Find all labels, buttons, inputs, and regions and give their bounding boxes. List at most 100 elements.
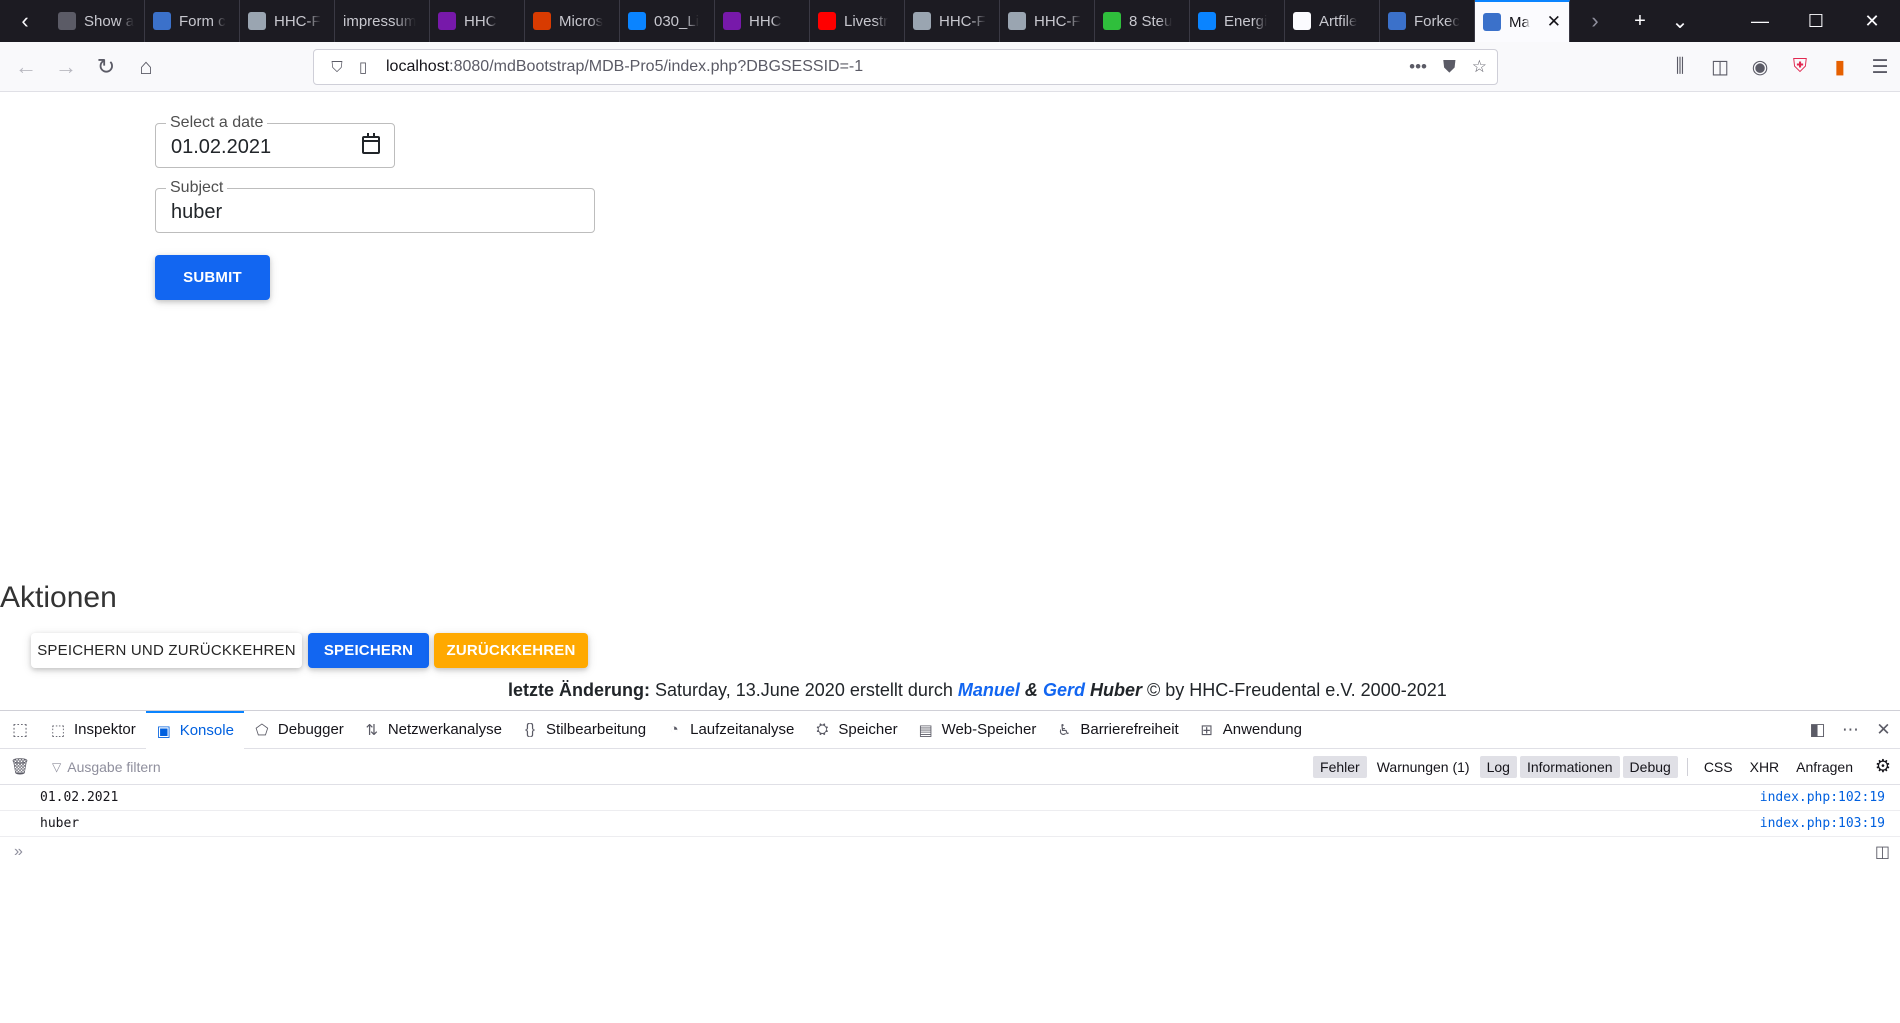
browser-tab[interactable]: HHC-F xyxy=(1000,0,1095,42)
onenote-icon xyxy=(438,12,456,30)
calendar-icon[interactable] xyxy=(362,133,380,154)
tab-scroll-left-button[interactable]: ‹ xyxy=(0,0,50,42)
office-icon xyxy=(533,12,551,30)
memory-icon: ⛭ xyxy=(816,721,829,738)
close-window-button[interactable]: ✕ xyxy=(1844,0,1900,42)
request-filter-toggle[interactable]: CSS xyxy=(1697,756,1740,778)
bookmark-star-icon[interactable]: ☆ xyxy=(1472,57,1487,77)
close-devtools-icon[interactable]: ✕ xyxy=(1867,720,1900,740)
library-icon[interactable]: ⫼ xyxy=(1660,56,1700,78)
log-level-toggle[interactable]: Informationen xyxy=(1519,755,1620,778)
browser-tab[interactable]: HHC xyxy=(715,0,810,42)
mdb-icon xyxy=(1388,12,1406,30)
devtools-tab-laufzeitanalyse[interactable]: ◔ Laufzeitanalyse xyxy=(656,711,804,749)
log-level-toggle[interactable]: Debug xyxy=(1622,755,1678,778)
author-link-manuel[interactable]: Manuel xyxy=(958,680,1020,700)
log-level-toggle[interactable]: Fehler xyxy=(1313,755,1367,778)
clear-console-trash-icon[interactable]: 🗑 xyxy=(0,757,40,777)
date-field-value[interactable]: 01.02.2021 xyxy=(171,136,271,159)
console-input-prompt[interactable]: » ◫ xyxy=(0,837,1900,867)
new-tab-button[interactable]: + xyxy=(1620,0,1660,42)
hhc-icon xyxy=(1008,12,1026,30)
devtools-tab-anwendung[interactable]: ⊞ Anwendung xyxy=(1189,711,1312,749)
save-and-return-button[interactable]: Speichern und Zurückkehren xyxy=(31,633,302,668)
element-picker-icon[interactable]: ⬚ xyxy=(0,720,40,740)
browser-tab[interactable]: Form c xyxy=(145,0,240,42)
page-info-icon[interactable]: ▯ xyxy=(350,58,376,76)
forward-button[interactable]: → xyxy=(46,47,86,87)
browser-tab[interactable]: impressum xyxy=(335,0,430,42)
tracking-protection-shield-icon[interactable]: ⛉ xyxy=(324,59,350,76)
home-button[interactable]: ⌂ xyxy=(126,47,166,87)
maximize-window-button[interactable]: ☐ xyxy=(1788,0,1844,42)
last-modified-footer: letzte Änderung: Saturday, 13.June 2020 … xyxy=(508,680,1447,701)
close-tab-icon[interactable]: ✕ xyxy=(1547,12,1561,32)
browser-tab[interactable]: HHC-F xyxy=(240,0,335,42)
devtools-tab-label: Konsole xyxy=(179,722,234,739)
url-text[interactable]: localhost:8080/mdBootstrap/MDB-Pro5/inde… xyxy=(386,58,863,76)
devtools-tab-label: Laufzeitanalyse xyxy=(690,721,795,738)
devtools-tab-stilbearbeitung[interactable]: {} Stilbearbeitung xyxy=(512,711,656,749)
subject-field[interactable]: Subject huber xyxy=(155,179,595,233)
tab-title: HHC-F xyxy=(1034,12,1081,30)
extension-icon[interactable]: ▮ xyxy=(1820,56,1860,79)
browser-tab[interactable]: HHC xyxy=(430,0,525,42)
tab-title: Artfile xyxy=(1319,12,1358,30)
author-link-gerd[interactable]: Gerd xyxy=(1043,680,1085,700)
devtools-tab-konsole[interactable]: ▣ Konsole xyxy=(145,710,244,749)
pocket-icon[interactable]: ⛊ xyxy=(1443,57,1456,77)
minimize-window-button[interactable]: — xyxy=(1732,0,1788,42)
devtools-tab-inspektor[interactable]: ⬚ Inspektor xyxy=(40,711,146,749)
request-filter-toggle[interactable]: Anfragen xyxy=(1789,756,1860,778)
subject-field-value[interactable]: huber xyxy=(171,201,222,224)
browser-tab[interactable]: Artfile xyxy=(1285,0,1380,42)
browser-tab[interactable]: Show a xyxy=(50,0,145,42)
back-button[interactable]: ← xyxy=(6,47,46,87)
editor-mode-toggle-icon[interactable]: ◫ xyxy=(1875,842,1890,862)
devtools-tab-web-speicher[interactable]: ▤ Web-Speicher xyxy=(908,711,1047,749)
date-field[interactable]: Select a date 01.02.2021 xyxy=(155,114,395,168)
sidebar-icon[interactable]: ◫ xyxy=(1700,56,1740,79)
devtools-tab-netzwerkanalyse[interactable]: ⇅ Netzwerkanalyse xyxy=(354,711,512,749)
shield-extension-icon[interactable]: ⛨ xyxy=(1780,56,1820,78)
log-level-toggle[interactable]: Warnungen (1) xyxy=(1370,756,1477,778)
open-menu-icon[interactable]: ☰ xyxy=(1860,56,1900,79)
account-icon[interactable]: ◉ xyxy=(1740,56,1780,79)
tab-scroll-right-button[interactable]: › xyxy=(1570,0,1620,42)
browser-tab[interactable]: 030_Li xyxy=(620,0,715,42)
devtools-tab-debugger[interactable]: ⬠ Debugger xyxy=(244,711,354,749)
browser-tab-strip: ‹ Show a Form c HHC-F impressum HHC Micros 030… xyxy=(0,0,1900,42)
save-button[interactable]: Speichern xyxy=(308,633,429,668)
console-filter-input[interactable]: ▽ Ausgabe filtern xyxy=(52,759,161,775)
browser-tab[interactable]: Ma ✕ xyxy=(1475,0,1570,42)
style-editor-icon: {} xyxy=(525,721,536,738)
reload-button[interactable]: ↻ xyxy=(86,47,126,87)
browser-tab[interactable]: Forkec xyxy=(1380,0,1475,42)
log-source-link[interactable]: index.php:103:19 xyxy=(1760,816,1885,831)
devtools-tab-speicher[interactable]: ⛭ Speicher xyxy=(804,711,907,749)
page-actions-menu-icon[interactable]: ••• xyxy=(1409,57,1427,77)
request-filter-toggle[interactable]: XHR xyxy=(1743,756,1787,778)
browser-tab[interactable]: Energi xyxy=(1190,0,1285,42)
devtools-tab-barrierefreiheit[interactable]: ♿ Barrierefreiheit xyxy=(1046,711,1188,749)
tab-title: HHC xyxy=(464,12,497,30)
e-icon xyxy=(1198,12,1216,30)
browser-tab[interactable]: Micros xyxy=(525,0,620,42)
browser-tab[interactable]: 8 Steu xyxy=(1095,0,1190,42)
console-log-row: huber index.php:103:19 xyxy=(0,811,1900,837)
console-settings-gear-icon[interactable]: ⚙ xyxy=(1866,756,1900,777)
inspector-icon: ⬚ xyxy=(50,721,66,739)
dock-options-icon[interactable]: ◧ xyxy=(1801,720,1834,740)
log-level-toggle[interactable]: Log xyxy=(1479,755,1517,778)
devtools-more-icon[interactable]: ⋯ xyxy=(1834,720,1867,740)
tab-title: Show a xyxy=(84,12,135,30)
list-all-tabs-icon[interactable]: ⌄ xyxy=(1660,0,1700,42)
log-source-link[interactable]: index.php:102:19 xyxy=(1760,790,1885,805)
browser-tab[interactable]: HHC-F xyxy=(905,0,1000,42)
network-icon: ⇅ xyxy=(365,721,379,739)
browser-tab[interactable]: Livestr xyxy=(810,0,905,42)
submit-button[interactable]: Submit xyxy=(155,255,270,300)
footer-copyright: © by HHC-Freudental e.V. 2000-2021 xyxy=(1146,680,1447,700)
address-bar[interactable]: ⛉ ▯ localhost:8080/mdBootstrap/MDB-Pro5/… xyxy=(313,49,1498,85)
return-button[interactable]: Zurückkehren xyxy=(434,633,588,668)
